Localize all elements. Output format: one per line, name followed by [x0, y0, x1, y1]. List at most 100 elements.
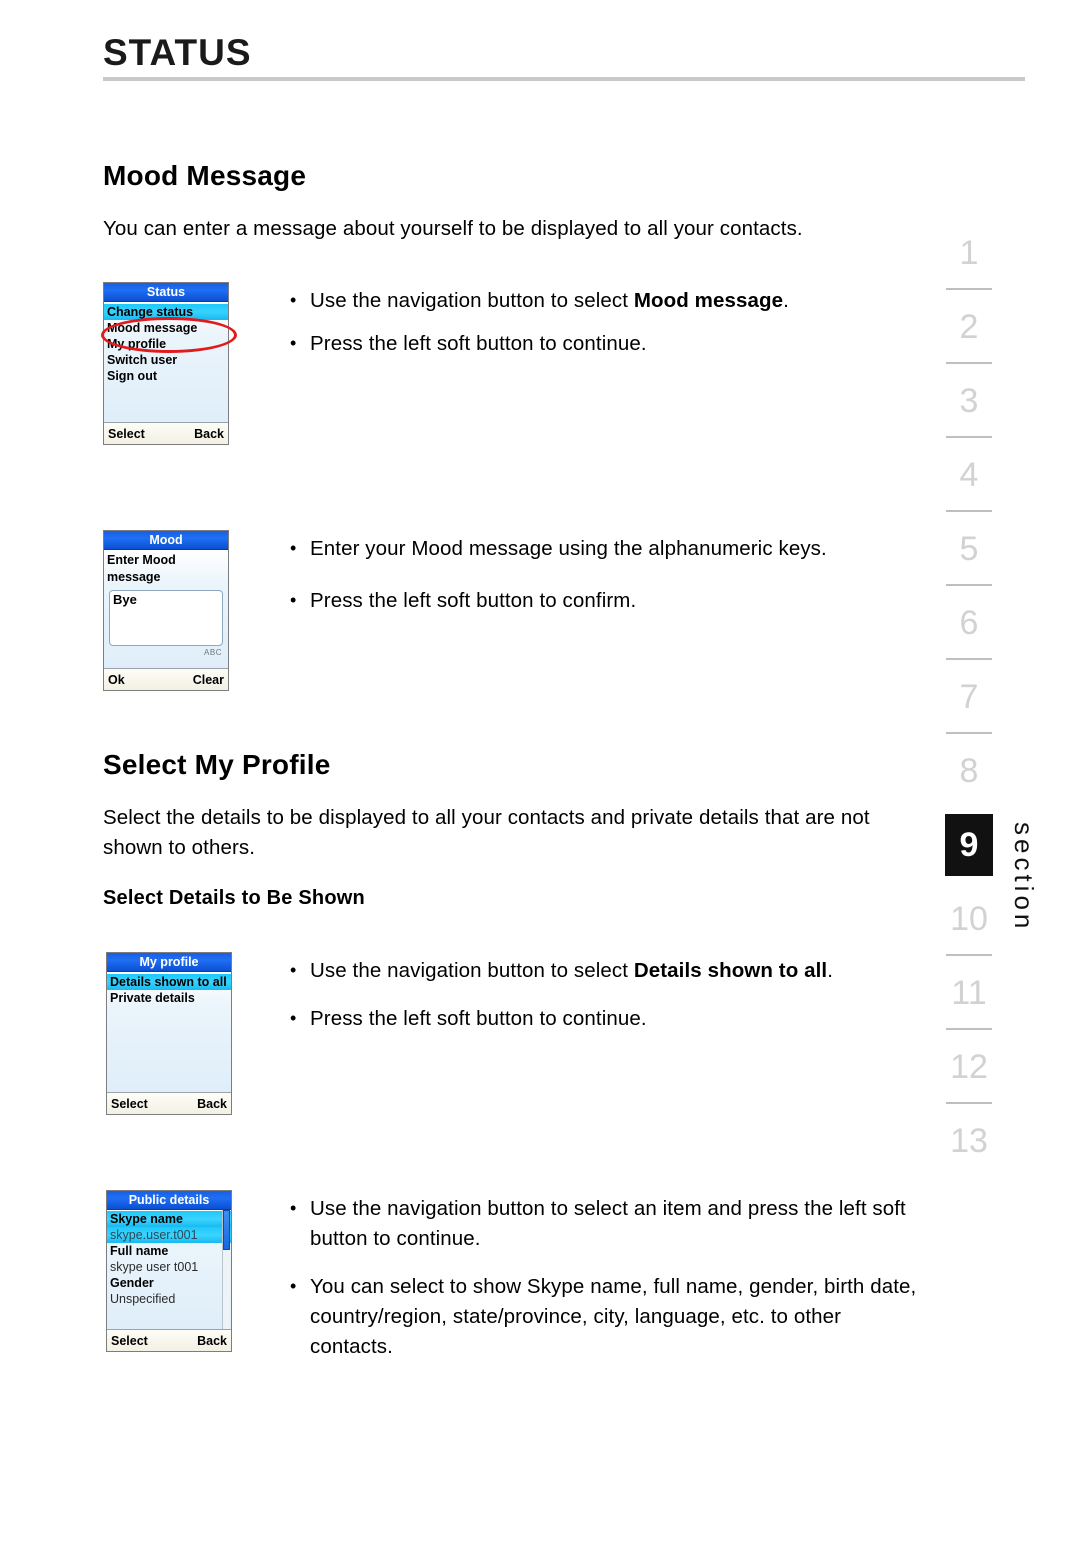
section-number-11[interactable]: 11	[938, 962, 1000, 1036]
bullet-item: Use the navigation button to select Deta…	[288, 955, 855, 986]
phone-screenshot-my-profile: My profile Details shown to all Private …	[106, 952, 232, 1115]
phone-myprofile-titlebar: My profile	[107, 953, 231, 972]
scrollbar-thumb[interactable]	[223, 1210, 230, 1251]
phone-status-softkey-right[interactable]: Back	[194, 427, 224, 441]
bullet-list-group4: Use the navigation button to select an i…	[288, 1193, 923, 1362]
section-number-label: 7	[959, 678, 979, 716]
phone-status-softkeys: Select Back	[104, 422, 228, 444]
bullet-bold: Mood message	[633, 289, 784, 312]
bullet-text: Use the navigation button to select an i…	[310, 1197, 906, 1250]
bullet-item: Press the left soft button to continue.	[288, 328, 923, 359]
instructions-select-details-shown: Use the navigation button to select Deta…	[288, 952, 923, 1034]
phone-publicdetails-screen: Skype name skype.user.t001 Full name sky…	[107, 1210, 231, 1329]
section-number-13[interactable]: 13	[938, 1110, 1000, 1184]
phone-status-item-my-profile[interactable]: My profile	[104, 336, 228, 352]
phone-mood-titlebar: Mood	[104, 531, 228, 550]
phone-publicdetails-softkeys: Select Back	[107, 1329, 231, 1351]
section-number-7[interactable]: 7	[938, 666, 1000, 740]
section-number-label: 5	[959, 530, 979, 568]
section-number-label: 3	[959, 382, 979, 420]
bullet-text: Press the left soft button to continue.	[310, 1007, 647, 1030]
phone-publicdetails-row-full-name[interactable]: Full name skype user t001	[107, 1243, 231, 1275]
instructions-select-mood-message: Use the navigation button to select Mood…	[288, 282, 923, 359]
section-heading-select-my-profile: Select My Profile	[103, 749, 331, 780]
section-number-4[interactable]: 4	[938, 444, 1000, 518]
section-number-12[interactable]: 12	[938, 1036, 1000, 1110]
phone-screenshot-status: Status Change status Mood message My pro…	[103, 282, 229, 445]
section-number-9-active[interactable]: 9	[938, 814, 1000, 888]
phone-mood-softkeys: Ok Clear	[104, 668, 228, 690]
bullet-list-group3: Use the navigation button to select Deta…	[288, 955, 923, 1034]
bullet-item: Press the left soft button to continue.	[288, 1003, 923, 1034]
bullet-text: Press the left soft button to continue.	[310, 332, 647, 355]
bullet-text: You can select to show Skype name, full …	[310, 1275, 917, 1358]
section-number-label: 1	[959, 234, 979, 272]
section-number-5[interactable]: 5	[938, 518, 1000, 592]
section-number-label: 12	[950, 1048, 988, 1086]
phone-status-item-switch-user[interactable]: Switch user	[104, 352, 228, 368]
phone-myprofile-softkeys: Select Back	[107, 1092, 231, 1114]
section-number-10[interactable]: 10	[938, 888, 1000, 962]
phone-myprofile-softkey-right[interactable]: Back	[197, 1097, 227, 1111]
figure-row-public-details: Public details Skype name skype.user.t00…	[103, 1190, 923, 1380]
phone-mood-input[interactable]: Bye	[109, 590, 223, 646]
bullet-text: Press the left soft button to confirm.	[310, 589, 637, 612]
phone-publicdetails-row-gender[interactable]: Gender Unspecified	[107, 1275, 231, 1307]
instructions-public-details: Use the navigation button to select an i…	[288, 1190, 923, 1362]
phone-myprofile-item-private-details[interactable]: Private details	[107, 990, 231, 1006]
bullet-bold: Details shown to all	[633, 959, 828, 982]
bullet-item: Use the navigation button to select an i…	[288, 1193, 940, 1254]
phone-status-screen: Change status Mood message My profile Sw…	[104, 302, 228, 422]
phone-myprofile-softkey-left[interactable]: Select	[111, 1097, 148, 1111]
bullet-list-group1: Use the navigation button to select Mood…	[288, 285, 923, 359]
bullet-text-post: .	[827, 959, 834, 982]
phone-publicdetails-label: Skype name	[107, 1211, 231, 1227]
section-number-8[interactable]: 8	[938, 740, 1000, 814]
section-number-2[interactable]: 2	[938, 296, 1000, 370]
phone-mood-softkey-left[interactable]: Ok	[108, 673, 125, 687]
phone-publicdetails-titlebar: Public details	[107, 1191, 231, 1210]
phone-mood-softkey-right[interactable]: Clear	[193, 673, 224, 687]
section-intro-select-my-profile: Select the details to be displayed to al…	[103, 806, 870, 859]
section-number-label: 6	[959, 604, 979, 642]
phone-myprofile-screen: Details shown to all Private details	[107, 972, 231, 1092]
section-number-label: 11	[951, 974, 987, 1012]
figure-row-my-profile: My profile Details shown to all Private …	[103, 952, 923, 1142]
section-number-label: 9	[945, 814, 993, 876]
phone-publicdetails-softkey-left[interactable]: Select	[111, 1334, 148, 1348]
phone-status-softkey-left[interactable]: Select	[108, 427, 145, 441]
phone-publicdetails-label: Full name	[110, 1244, 169, 1258]
header-rule	[103, 77, 1025, 81]
bullet-item: You can select to show Skype name, full …	[288, 1271, 918, 1362]
section-number-6[interactable]: 6	[938, 592, 1000, 666]
section-intro-mood-message: You can enter a message about yourself t…	[103, 217, 803, 240]
bullet-text: Use the navigation button to select	[310, 959, 634, 982]
section-number-label: 2	[959, 308, 979, 346]
bullet-item: Press the left soft button to confirm.	[288, 585, 923, 616]
phone-status-item-sign-out[interactable]: Sign out	[104, 368, 228, 384]
instructions-enter-mood-message: Enter your Mood message using the alphan…	[288, 530, 923, 616]
phone-publicdetails-value: skype.user.t001	[107, 1227, 231, 1243]
section-number-3[interactable]: 3	[938, 370, 1000, 444]
bullet-text: Use the navigation button to select	[310, 289, 634, 312]
phone-publicdetails-value: skype user t001	[110, 1260, 199, 1274]
phone-status-item-change-status[interactable]: Change status	[104, 304, 228, 320]
phone-publicdetails-row-skype-name[interactable]: Skype name skype.user.t001	[107, 1211, 231, 1243]
bullet-text: Enter your Mood message using the alphan…	[310, 537, 827, 560]
phone-publicdetails-value: Unspecified	[110, 1292, 176, 1306]
section-index: 1 2 3 4 5 6 7 8 9 10 11 12 13 section	[938, 222, 1058, 1182]
section-number-label: 4	[959, 456, 979, 494]
phone-publicdetails-scrollbar[interactable]	[222, 1210, 230, 1329]
phone-myprofile-item-details-shown-to-all[interactable]: Details shown to all	[107, 974, 231, 990]
bullet-item: Enter your Mood message using the alphan…	[288, 533, 923, 564]
content-column: Mood Message You can enter a message abo…	[101, 160, 923, 1380]
phone-screenshot-public-details: Public details Skype name skype.user.t00…	[106, 1190, 232, 1352]
phone-mood-input-mode: ABC	[204, 648, 222, 657]
section-number-1[interactable]: 1	[938, 222, 1000, 296]
section-index-label: section	[1009, 822, 1039, 933]
section-number-label: 10	[950, 900, 988, 938]
section-number-label: 13	[950, 1122, 988, 1160]
page-title: STATUS	[103, 32, 252, 73]
phone-status-item-mood-message[interactable]: Mood message	[104, 320, 228, 336]
phone-publicdetails-softkey-right[interactable]: Back	[197, 1334, 227, 1348]
